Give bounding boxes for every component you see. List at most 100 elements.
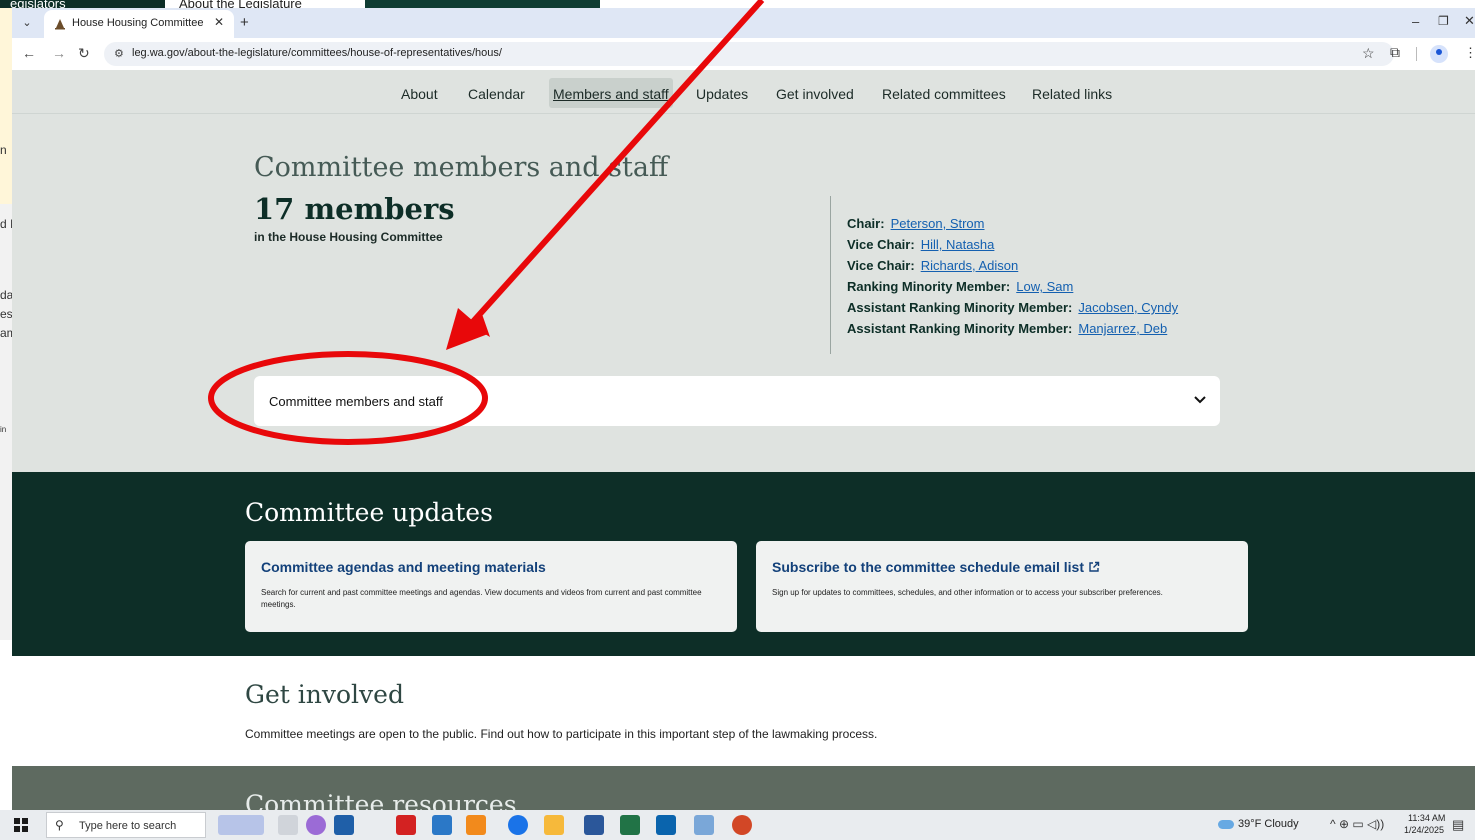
leadership-row: Ranking Minority Member: Low, Sam (847, 279, 1073, 294)
subnav-get-involved[interactable]: Get involved (776, 86, 854, 102)
vlc-icon[interactable] (466, 815, 486, 835)
subnav-about[interactable]: About (401, 86, 438, 102)
member-link[interactable]: Jacobsen, Cyndy (1078, 300, 1178, 315)
update-card[interactable]: Subscribe to the committee schedule emai… (756, 541, 1248, 632)
leadership-row: Assistant Ranking Minority Member: Jacobs… (847, 300, 1178, 315)
update-card[interactable]: Committee agendas and meeting materials … (245, 541, 737, 632)
member-link[interactable]: Peterson, Strom (891, 216, 985, 231)
subnav-related-links[interactable]: Related links (1032, 86, 1112, 102)
chevron-down-icon[interactable]: ⌄ (18, 14, 36, 32)
minimize-icon[interactable]: – (1412, 14, 1419, 29)
resources-section: Committee resources (12, 766, 1475, 810)
arrow-left-icon[interactable]: ← (22, 45, 36, 61)
powerpoint-icon[interactable] (732, 815, 752, 835)
leadership-role: Vice Chair: (847, 258, 915, 273)
member-count-subtext: in the House Housing Committee (254, 230, 443, 244)
toolbar-divider (1416, 47, 1417, 61)
leadership-divider (830, 196, 831, 354)
get-involved-section (12, 656, 1475, 766)
search-icon: ⚲ (55, 818, 64, 832)
subnav-calendar[interactable]: Calendar (468, 86, 525, 102)
member-link[interactable]: Hill, Natasha (921, 237, 995, 252)
arrow-right-icon[interactable]: → (52, 45, 66, 61)
window-close-icon[interactable]: ✕ (1464, 13, 1475, 29)
puzzle-icon[interactable]: ⧉ (1390, 44, 1400, 61)
member-count: 17 members (254, 192, 455, 226)
site-info-icon[interactable]: ⚙ (114, 47, 124, 60)
subnav-members-and-staff[interactable]: Members and staff (549, 78, 673, 108)
members-heading: Committee members and staff (254, 152, 669, 183)
background-text-fragment: d I (0, 217, 12, 231)
background-window-highlight (0, 8, 12, 204)
taskbar: ⚲ Type here to search 39°F Cloudy ^ ⊕ ▭ … (0, 810, 1475, 840)
outlook-icon[interactable] (656, 815, 676, 835)
system-tray-icons[interactable]: ^ ⊕ ▭ ◁)) (1330, 817, 1384, 831)
capitol-icon (55, 19, 65, 30)
close-icon[interactable]: ✕ (214, 15, 224, 29)
search-placeholder: Type here to search (79, 820, 177, 832)
taskbar-search[interactable]: ⚲ Type here to search (46, 812, 206, 838)
chevron-down-icon[interactable] (1192, 391, 1208, 407)
card-title-text: Subscribe to the committee schedule emai… (772, 559, 1084, 575)
get-involved-heading: Get involved (245, 680, 404, 709)
browser-tab[interactable]: House Housing Committee ✕ (44, 10, 234, 38)
background-text-fragment: da (0, 288, 12, 302)
windows-start-icon[interactable] (14, 818, 28, 832)
leadership-role: Ranking Minority Member: (847, 279, 1011, 294)
updates-heading: Committee updates (245, 498, 493, 527)
acrobat-icon[interactable] (396, 815, 416, 835)
leadership-role: Assistant Ranking Minority Member: (847, 321, 1073, 336)
task-view-icon[interactable] (278, 815, 298, 835)
menu-dots-icon[interactable]: ⋮ (1464, 45, 1475, 61)
chrome-icon[interactable] (508, 815, 528, 835)
subnav-related-committees[interactable]: Related committees (882, 86, 1006, 102)
browser-chrome: ⌄ House Housing Committee ✕ + – ❐ ✕ ← → … (12, 8, 1475, 70)
leadership-role: Chair: (847, 216, 885, 231)
browser-toolbar: ← → ↻ ⚙ leg.wa.gov/about-the-legislature… (12, 38, 1475, 70)
subnav-updates[interactable]: Updates (696, 86, 748, 102)
widgets-icon[interactable] (218, 815, 264, 835)
card-title-external[interactable]: Subscribe to the committee schedule emai… (772, 559, 1100, 575)
app-icon[interactable] (432, 815, 452, 835)
card-title[interactable]: Committee agendas and meeting materials (261, 559, 546, 575)
clock-date[interactable]: 1/24/2025 (1404, 825, 1444, 835)
resources-heading: Committee resources (245, 790, 517, 810)
file-explorer-icon[interactable] (544, 815, 564, 835)
leadership-role: Vice Chair: (847, 237, 915, 252)
member-link[interactable]: Manjarrez, Deb (1078, 321, 1167, 336)
notification-icon[interactable]: ▤ (1452, 817, 1464, 833)
restore-icon[interactable]: ❐ (1438, 14, 1449, 28)
excel-icon[interactable] (620, 815, 640, 835)
section-nav: About Calendar Members and staff Updates… (12, 70, 1475, 114)
background-window-tab: egislators (0, 0, 165, 8)
address-bar[interactable]: ⚙ leg.wa.gov/about-the-legislature/commi… (104, 42, 1394, 66)
accordion-label: Committee members and staff (269, 394, 443, 409)
card-description: Search for current and past committee me… (261, 588, 702, 609)
star-icon[interactable]: ☆ (1362, 45, 1375, 62)
members-accordion[interactable]: Committee members and staff (254, 376, 1220, 426)
external-link-icon (1089, 561, 1100, 572)
updates-section: Committee updates Committee agendas and … (12, 472, 1475, 656)
teamviewer-icon[interactable] (334, 815, 354, 835)
leadership-row: Vice Chair: Richards, Adison (847, 258, 1018, 273)
copilot-icon[interactable] (306, 815, 326, 835)
member-link[interactable]: Richards, Adison (921, 258, 1019, 273)
card-description: Sign up for updates to committees, sched… (772, 588, 1163, 597)
url-text[interactable]: leg.wa.gov/about-the-legislature/committ… (132, 47, 502, 59)
weather-status[interactable]: 39°F Cloudy (1238, 818, 1299, 830)
clock-time[interactable]: 11:34 AM (1408, 813, 1445, 823)
app-icon[interactable] (694, 815, 714, 835)
web-page: About Calendar Members and staff Updates… (12, 70, 1475, 810)
background-text-fragment: ess (0, 307, 12, 321)
leadership-role: Assistant Ranking Minority Member: (847, 300, 1073, 315)
background-text-fragment: in (0, 425, 7, 434)
leadership-row: Vice Chair: Hill, Natasha (847, 237, 994, 252)
background-text-fragment: am (0, 326, 12, 340)
reload-icon[interactable]: ↻ (78, 45, 90, 62)
member-link[interactable]: Low, Sam (1016, 279, 1073, 294)
word-icon[interactable] (584, 815, 604, 835)
profile-icon[interactable] (1430, 45, 1448, 63)
leadership-row: Assistant Ranking Minority Member: Manjar… (847, 321, 1167, 336)
plus-icon[interactable]: + (240, 14, 249, 31)
subnav-active-label: Members and staff (553, 86, 669, 102)
